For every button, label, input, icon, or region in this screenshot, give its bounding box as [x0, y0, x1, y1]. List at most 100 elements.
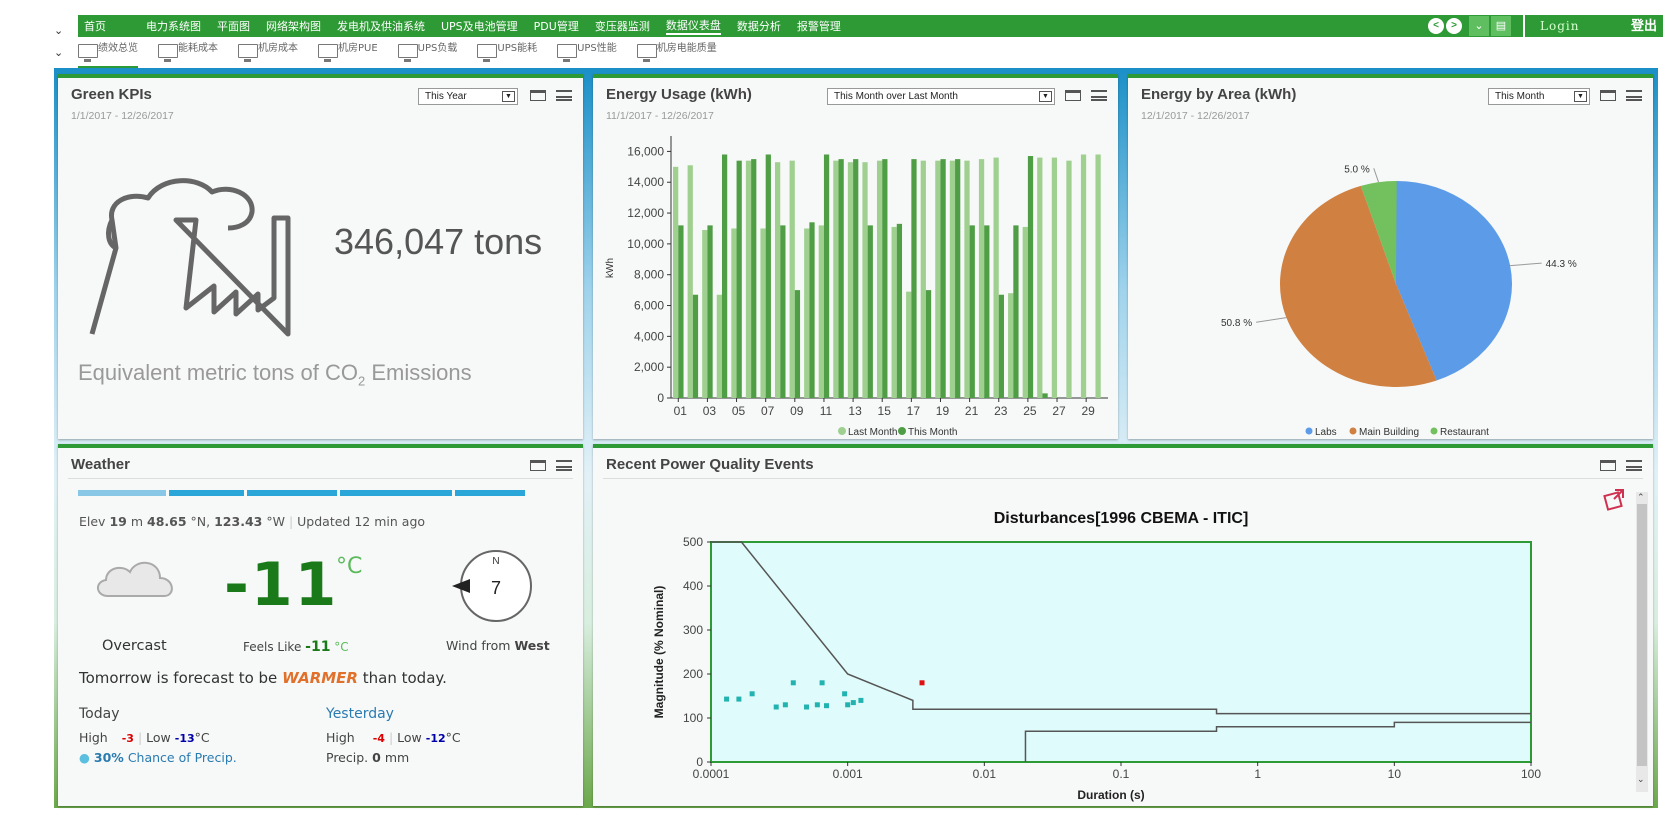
x-tick-label: 07: [761, 404, 775, 418]
nav-item-6[interactable]: PDU管理: [534, 18, 579, 34]
scrollbar[interactable]: ⌃ ⌄: [1636, 492, 1648, 792]
y-tick-label: 8,000: [634, 268, 664, 282]
x-tick-label: 0.001: [833, 767, 863, 781]
nav-item-5[interactable]: UPS及电池管理: [441, 18, 518, 34]
yesterday-precip: Precip. 0 mm: [326, 750, 410, 765]
monitor-icon: [78, 44, 98, 62]
bar-this-month: [998, 294, 1004, 398]
subnav-tab-6[interactable]: UPS性能: [557, 42, 617, 68]
bar-last-month: [993, 157, 999, 398]
menu-icon[interactable]: [556, 460, 572, 471]
bar-last-month: [935, 160, 941, 398]
bar-this-month: [794, 290, 801, 398]
x-tick-label: 0.1: [1113, 767, 1130, 781]
y-tick-label: 16,000: [627, 144, 664, 158]
co2-value: 346,047 tons: [334, 221, 543, 262]
bar-last-month: [964, 160, 970, 398]
menu-icon[interactable]: [1091, 90, 1107, 101]
maximize-icon[interactable]: [530, 460, 546, 471]
nav-item-4[interactable]: 发电机及供油系统: [337, 18, 425, 34]
feels-like: Feels Like -11 °C: [243, 639, 349, 655]
bar-last-month: [891, 226, 897, 398]
subnav-tab-4[interactable]: UPS负载: [397, 42, 457, 68]
collapse-chevron-icon[interactable]: ⌄: [54, 24, 63, 37]
legend-label: Last Month: [848, 427, 897, 438]
nav-item-3[interactable]: 网络架构图: [266, 18, 321, 34]
maximize-icon[interactable]: [1600, 90, 1616, 101]
subnav-tab-0[interactable]: 绩效总览: [78, 42, 138, 68]
subnav-tab-7[interactable]: 机房电能质量: [636, 42, 717, 68]
scrollbar-thumb[interactable]: [1637, 504, 1647, 766]
menu-icon[interactable]: [1626, 460, 1642, 471]
menu-icon[interactable]: [556, 90, 572, 101]
menu-icon[interactable]: [1626, 90, 1642, 101]
bar-this-month: [1013, 225, 1019, 398]
collapse-chevron-icon[interactable]: ⌄: [54, 46, 63, 59]
legend-label: Labs: [1315, 427, 1337, 438]
forward-arrow-icon[interactable]: >: [1446, 18, 1462, 34]
period-select[interactable]: This Year ▼: [418, 88, 518, 105]
nav-item-2[interactable]: 平面图: [217, 18, 250, 34]
x-axis-label: Duration (s): [1077, 788, 1144, 802]
x-tick-label: 01: [674, 404, 688, 418]
nav-item-9[interactable]: 数据分析: [737, 18, 781, 34]
wind-compass-icon: N 7: [452, 550, 532, 622]
monitor-icon: [557, 44, 578, 62]
x-tick-label: 21: [965, 404, 979, 418]
today-high-low: High -3 | Low -13°C: [79, 730, 210, 745]
maximize-icon[interactable]: [530, 90, 546, 101]
y-tick-label: 10,000: [627, 237, 664, 251]
x-tick-label: 09: [790, 404, 804, 418]
factory-icon: [89, 178, 291, 337]
monitor-icon: [158, 44, 178, 62]
period-select[interactable]: This Month over Last Month ▼: [827, 88, 1055, 105]
x-tick-label: 13: [848, 404, 862, 418]
nav-item-0[interactable]: 首页: [84, 18, 106, 34]
nav-item-10[interactable]: 报警管理: [797, 18, 841, 34]
y-tick-label: 0: [657, 391, 664, 405]
event-point: [773, 704, 779, 710]
panel-title: Green KPIs: [71, 86, 152, 103]
logout-button[interactable]: 登出: [1631, 15, 1657, 37]
subnav-tab-5[interactable]: UPS能耗: [477, 42, 537, 68]
x-tick-label: 23: [994, 404, 1008, 418]
bar-this-month: [765, 154, 771, 398]
subnav-tab-3[interactable]: 机房PUE: [318, 42, 378, 68]
bar-last-month: [789, 160, 795, 398]
bar-this-month: [1042, 393, 1048, 398]
print-icon[interactable]: ▤: [1491, 16, 1511, 36]
login-button[interactable]: Login: [1540, 15, 1600, 37]
period-select[interactable]: This Month ▼: [1488, 88, 1590, 105]
nav-item-8[interactable]: 数据仪表盘: [665, 17, 721, 35]
x-tick-label: 11: [820, 404, 833, 418]
bar-this-month: [823, 154, 830, 398]
bar-last-month: [833, 160, 839, 398]
legend-swatch: [838, 427, 846, 435]
maximize-icon[interactable]: [1600, 460, 1616, 471]
event-point: [724, 696, 730, 702]
subnav-tab-1[interactable]: 能耗成本: [158, 42, 218, 68]
energy-usage-panel: Energy Usage (kWh) 11/1/2017 - 12/26/201…: [593, 74, 1118, 439]
y-axis-label: Magnitude (% Nominal): [652, 586, 666, 719]
legend-swatch: [898, 427, 906, 435]
back-arrow-icon[interactable]: <: [1428, 18, 1444, 34]
subnav-tab-2[interactable]: 机房成本: [238, 42, 298, 68]
weather-panel: Weather Elev 19 m 48.65 °N, 123.43 °W | …: [58, 444, 583, 806]
x-tick-label: 17: [907, 404, 921, 418]
y-tick-label: 500: [683, 535, 703, 549]
subnav-tab-label: UPS能耗: [497, 43, 538, 54]
monitor-icon: [318, 44, 338, 62]
legend-swatch: [1349, 427, 1357, 435]
scroll-down-icon[interactable]: ⌄: [1637, 774, 1645, 785]
subnav-tab-label: UPS性能: [577, 43, 617, 54]
x-tick-label: 10: [1388, 767, 1402, 781]
subnav-tab-label: 机房成本: [258, 43, 298, 54]
maximize-icon[interactable]: [1065, 90, 1081, 101]
scroll-up-icon[interactable]: ⌃: [1637, 492, 1645, 503]
bar-this-month: [853, 159, 859, 398]
nav-item-1[interactable]: 电力系统图: [146, 18, 201, 34]
y-tick-label: 2,000: [634, 360, 664, 374]
nav-item-7[interactable]: 变压器监测: [595, 18, 650, 34]
divider: [68, 478, 573, 479]
dropdown-icon[interactable]: ⌄: [1469, 16, 1489, 36]
